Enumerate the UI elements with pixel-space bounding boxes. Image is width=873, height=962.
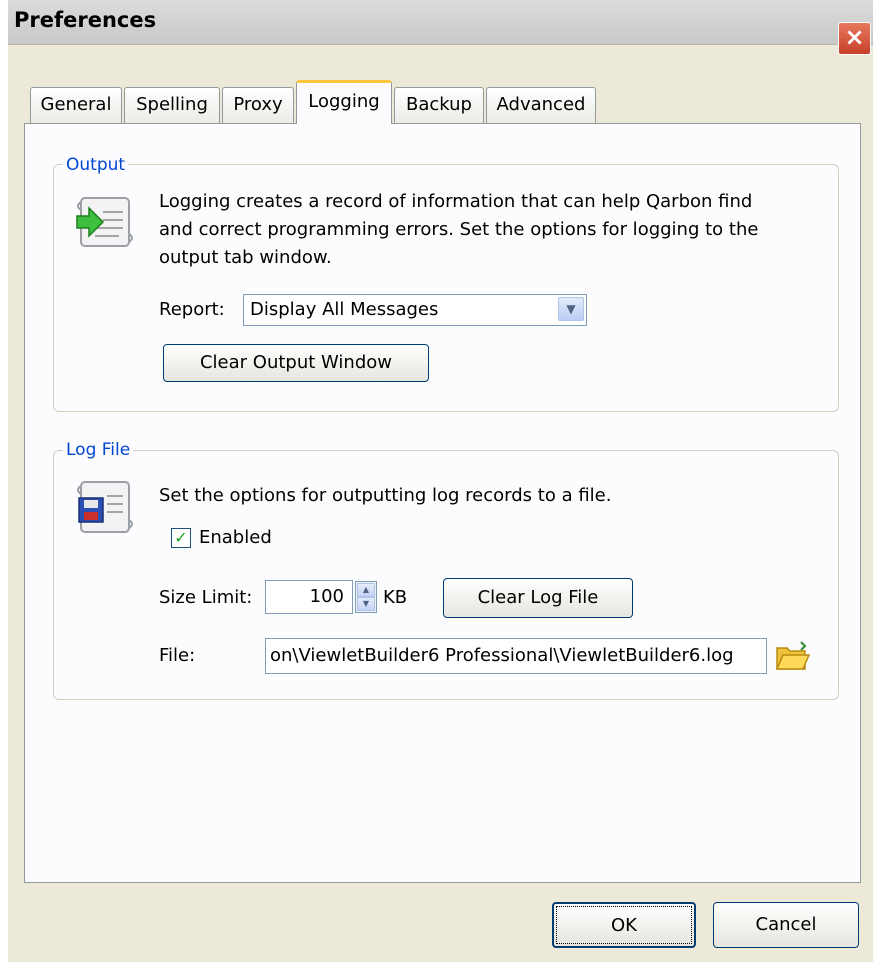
checkmark-icon: ✓ [174,528,188,547]
output-description: Logging creates a record of information … [159,188,819,272]
tab-backup[interactable]: Backup [394,87,484,123]
tab-spelling[interactable]: Spelling [124,87,220,123]
file-label: File: [159,645,196,666]
preferences-dialog: Preferences × General Spelling Proxy Log… [8,0,873,962]
scroll-disk-icon [77,481,133,533]
scroll-arrow-icon [76,197,133,247]
output-description-line: and correct programming errors. Set the … [159,219,759,240]
spin-up-icon[interactable]: ▲ [357,583,375,597]
clear-log-file-button[interactable]: Clear Log File [443,578,633,618]
tab-advanced[interactable]: Advanced [486,87,596,123]
cancel-button[interactable]: Cancel [713,902,859,948]
clear-output-window-button[interactable]: Clear Output Window [163,344,429,382]
folder-icon[interactable] [775,640,811,672]
report-label: Report: [159,299,225,320]
output-description-line: output tab window. [159,247,332,268]
enabled-label: Enabled [199,527,272,548]
output-description-line: Logging creates a record of information … [159,191,753,212]
logfile-group-title: Log File [63,440,134,460]
tab-logging[interactable]: Logging [296,80,392,124]
tab-general[interactable]: General [30,87,122,123]
size-unit-label: KB [383,587,408,608]
report-select[interactable]: Display All Messages ▼ [243,294,587,326]
size-limit-spinner[interactable]: ▲ ▼ [355,581,377,613]
report-select-value: Display All Messages [250,299,439,320]
chevron-down-icon[interactable]: ▼ [558,297,584,321]
logging-tab-panel: Output Logging creates a record of infor… [24,123,861,883]
tab-proxy[interactable]: Proxy [222,87,294,123]
title-bar: Preferences [8,0,873,45]
log-file-path-input[interactable]: on\ViewletBuilder6 Professional\ViewletB… [265,638,767,674]
output-group-title: Output [63,155,129,175]
spin-down-icon[interactable]: ▼ [357,597,375,611]
size-limit-input[interactable]: 100 [265,580,353,614]
close-button[interactable]: × [838,22,871,55]
ok-button[interactable]: OK [552,902,696,948]
size-limit-label: Size Limit: [159,587,253,608]
dialog-title: Preferences [14,8,157,32]
logfile-description: Set the options for outputting log recor… [159,485,612,506]
enabled-checkbox[interactable]: ✓ [171,528,191,548]
